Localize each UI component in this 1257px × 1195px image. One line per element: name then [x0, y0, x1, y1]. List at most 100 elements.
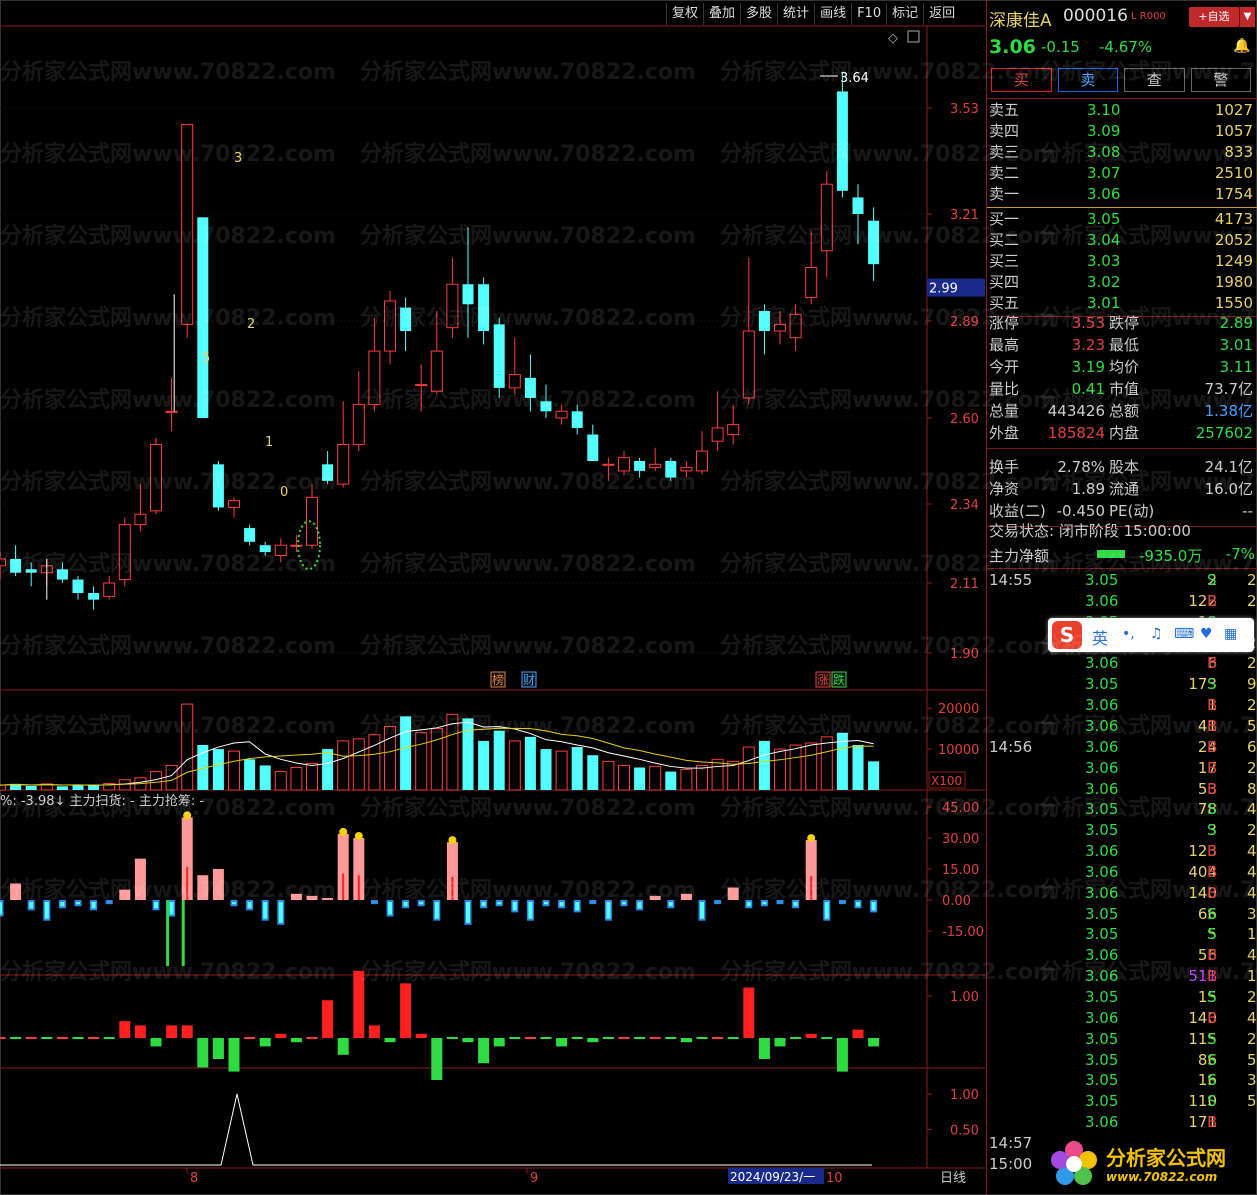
bid-row[interactable]: 买五 3.01 1550	[989, 293, 1253, 314]
candle-body[interactable]	[368, 350, 381, 406]
candle-body[interactable]	[602, 463, 615, 466]
tick-row[interactable]: 3.06 17 B 2	[989, 758, 1257, 778]
tick-row[interactable]: 3.05 78 S 4	[989, 799, 1257, 819]
tick-row[interactable]: 3.05 173 S 9	[989, 674, 1257, 694]
candle-body[interactable]	[852, 197, 864, 214]
candle-body[interactable]	[274, 544, 287, 557]
kline-chart[interactable]: ◇3.533.212.892.602.342.111.902.99321053.…	[0, 0, 985, 1195]
candle-body[interactable]	[384, 300, 396, 352]
ime-logo-icon[interactable]: S	[1052, 621, 1082, 649]
query-button[interactable]: 查	[1124, 68, 1185, 92]
event-marker[interactable]: 榜	[492, 672, 504, 687]
candle-body[interactable]	[836, 91, 848, 191]
candle-body[interactable]	[337, 443, 350, 485]
candle-body[interactable]	[634, 461, 646, 471]
ime-skin-icon[interactable]: ♥	[1200, 626, 1213, 642]
candle-body[interactable]	[696, 450, 708, 472]
diamond-icon[interactable]: ◇	[888, 31, 898, 46]
sell-button[interactable]: 卖	[1057, 68, 1118, 92]
tick-row[interactable]: 3.05 66 S 3	[989, 904, 1257, 924]
candle-body[interactable]	[72, 579, 84, 593]
tick-row[interactable]: 14:55 3.05 2 S 2	[989, 570, 1257, 590]
bid-row[interactable]: 买二 3.04 2052	[989, 230, 1253, 251]
candle-body[interactable]	[508, 374, 521, 389]
candle-body[interactable]	[540, 401, 552, 412]
candle-body[interactable]	[0, 558, 6, 567]
candle-body[interactable]	[430, 350, 443, 392]
candle-body[interactable]	[228, 500, 240, 508]
candle-body[interactable]	[680, 467, 693, 472]
toolbar-button-7[interactable]: 返回	[923, 3, 960, 25]
tick-row[interactable]: 3.06 404 B 4	[989, 862, 1257, 882]
candle-body[interactable]	[711, 427, 724, 442]
tick-row[interactable]: 3.05 16 S 3	[989, 1070, 1257, 1090]
candle-body[interactable]	[150, 443, 162, 512]
candle-body[interactable]	[789, 313, 802, 339]
candle-body[interactable]	[758, 310, 770, 332]
tick-row[interactable]: 3.06 6 B 2	[989, 653, 1257, 673]
toolbar-button-3[interactable]: 统计	[777, 3, 814, 25]
candle-body[interactable]	[25, 569, 37, 573]
candle-body[interactable]	[805, 267, 818, 299]
candle-body[interactable]	[165, 410, 178, 413]
ask-row[interactable]: 卖四 3.09 1057	[989, 121, 1253, 142]
tick-row[interactable]: 3.05 5 S 1	[989, 924, 1257, 944]
candle-body[interactable]	[820, 183, 833, 252]
ask-row[interactable]: 卖三 3.08 833	[989, 142, 1253, 163]
candle-body[interactable]	[290, 544, 303, 547]
tick-row[interactable]: 3.06 122 B 2	[989, 591, 1257, 611]
candle-body[interactable]	[134, 513, 147, 526]
ime-punct-icon[interactable]: •,	[1122, 626, 1135, 642]
candle-body[interactable]	[415, 384, 428, 387]
candle-body[interactable]	[727, 424, 740, 436]
tick-row[interactable]: 3.06 140 B 4	[989, 883, 1257, 903]
period-label[interactable]: 日线	[940, 1171, 966, 1186]
candle-body[interactable]	[493, 324, 505, 388]
candle-body[interactable]	[462, 284, 474, 305]
tick-row[interactable]: 14:56 3.06 24 B 6	[989, 737, 1257, 757]
candle-body[interactable]	[197, 217, 209, 418]
candle-body[interactable]	[181, 124, 194, 325]
window-icon[interactable]	[907, 30, 920, 43]
toolbar-button-6[interactable]: 标记	[886, 3, 923, 25]
bid-row[interactable]: 买四 3.02 1980	[989, 272, 1253, 293]
ask-row[interactable]: 卖五 3.10 1027	[989, 100, 1253, 121]
add-favorite-button[interactable]: +自选	[1189, 7, 1239, 27]
candle-body[interactable]	[118, 524, 131, 581]
buy-button[interactable]: 买	[991, 68, 1052, 92]
toolbar-button-2[interactable]: 多股	[740, 3, 777, 25]
toolbar-button-4[interactable]: 画线	[814, 3, 851, 25]
ask-row[interactable]: 卖一 3.06 1754	[989, 184, 1253, 205]
candle-body[interactable]	[774, 323, 786, 332]
candle-body[interactable]	[400, 307, 412, 332]
ime-language[interactable]: 英	[1092, 625, 1108, 649]
candle-body[interactable]	[10, 558, 22, 573]
event-marker[interactable]: 财	[523, 673, 535, 687]
toolbar-button-1[interactable]: 叠加	[703, 3, 740, 25]
tick-row[interactable]: 3.05 15 S 2	[989, 987, 1257, 1007]
tick-row[interactable]: 3.05 110 S 5	[989, 1091, 1257, 1111]
candle-body[interactable]	[446, 283, 459, 329]
tick-row[interactable]: 3.06 53 B 8	[989, 779, 1257, 799]
candle-body[interactable]	[618, 457, 630, 472]
candle-body[interactable]	[571, 411, 583, 428]
candle-body[interactable]	[259, 545, 271, 553]
candle-body[interactable]	[868, 220, 880, 265]
tick-row[interactable]: 3.06 123 B 4	[989, 841, 1257, 861]
tick-row[interactable]: 3.06511B17	[989, 966, 1257, 986]
event-marker[interactable]: 涨	[817, 672, 829, 687]
ask-row[interactable]: 卖二 3.07 2510	[989, 163, 1253, 184]
ime-keyboard-icon[interactable]: ⌨	[1174, 626, 1194, 642]
tick-row[interactable]: 3.06 171 B	[989, 1112, 1255, 1132]
tick-row[interactable]: 3.06 1 B 2	[989, 695, 1257, 715]
toolbar-button-5[interactable]: F10	[851, 3, 886, 25]
candle-body[interactable]	[88, 593, 100, 600]
event-marker[interactable]: 跌	[833, 672, 845, 687]
tick-row[interactable]: 3.06 41 B 5	[989, 716, 1257, 736]
ime-mic-icon[interactable]: ♫	[1150, 626, 1163, 642]
tick-row[interactable]: 3.06 140 B 4	[989, 1008, 1257, 1028]
candle-body[interactable]	[352, 404, 365, 445]
candle-body[interactable]	[649, 463, 662, 469]
candle-body[interactable]	[56, 569, 68, 580]
tick-row[interactable]: 3.06 56 B 4	[989, 945, 1257, 965]
